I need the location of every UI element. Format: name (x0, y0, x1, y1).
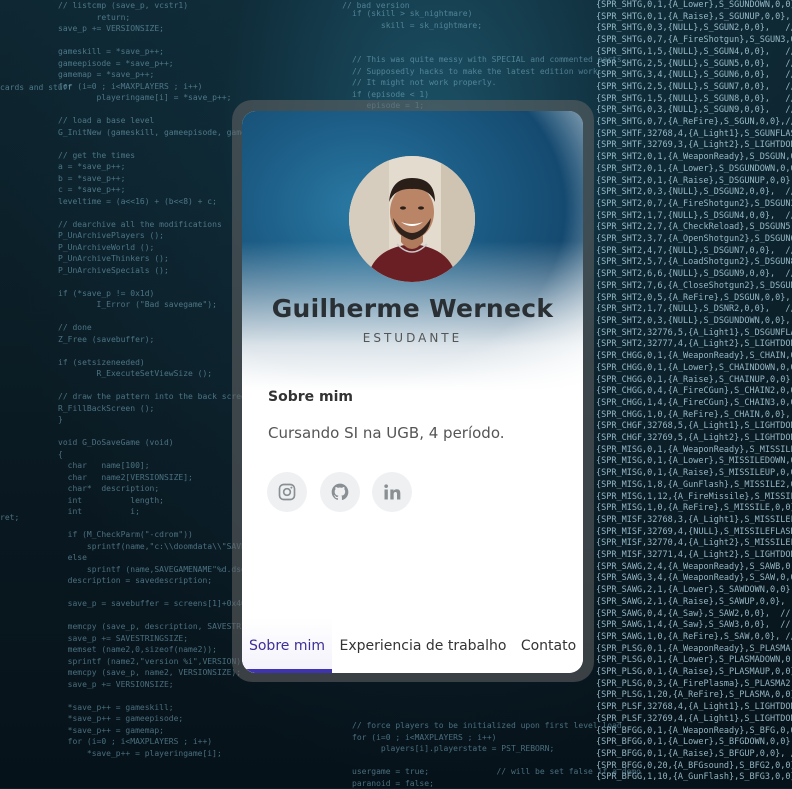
avatar (349, 156, 475, 282)
background-code-bottom: // force players to be initialized upon … (352, 721, 641, 788)
about-title: Sobre mim (268, 389, 353, 405)
linkedin-icon (384, 484, 401, 500)
github-button[interactable] (320, 472, 360, 512)
profile-name: Guilherme Werneck (271, 294, 554, 323)
github-icon (331, 483, 349, 501)
instagram-button[interactable] (267, 472, 307, 512)
profile-role: ESTUDANTE (362, 331, 463, 345)
instagram-icon (278, 483, 296, 501)
avatar-photo-icon (349, 156, 475, 282)
background-code-center: if (skill > sk_nightmare) skill = sk_nig… (352, 9, 627, 110)
background-code-fragment: cards and stuff (0, 83, 73, 92)
tab-bar: Sobre mim Experiencia de trabalho Contat… (242, 618, 583, 673)
background-code-fragment: ret; (0, 513, 20, 522)
tab-experiencia-de-trabalho[interactable]: Experiencia de trabalho (332, 618, 514, 673)
tab-sobre-mim[interactable]: Sobre mim (242, 618, 332, 673)
profile-card: Guilherme Werneck ESTUDANTE Sobre mim Cu… (242, 111, 583, 673)
background-code-right: {SPR_SHTG,0,1,{A_Lower},S_SGUNDOWN,0,0},… (596, 0, 792, 783)
linkedin-button[interactable] (372, 472, 412, 512)
about-text: Cursando SI na UGB, 4 período. (268, 424, 505, 442)
tab-contato[interactable]: Contato (514, 618, 583, 673)
